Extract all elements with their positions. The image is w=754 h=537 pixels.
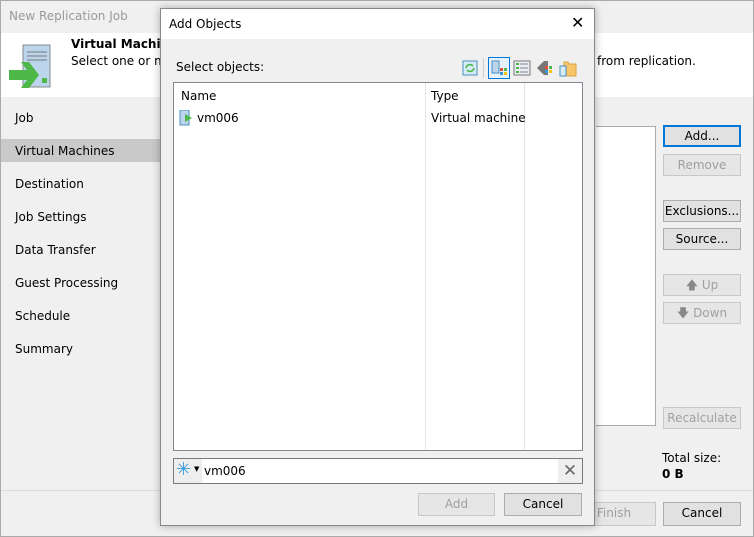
down-label: Down [693,306,728,320]
nav-job[interactable]: Job [1,106,161,129]
vm-icon [179,110,192,126]
chevron-down-icon: ▼ [194,465,200,473]
dialog-title: Add Objects [169,17,242,31]
select-objects-label: Select objects: [176,60,265,74]
hosts-and-clusters-icon[interactable] [488,57,510,79]
search-input[interactable]: vm006 [204,464,246,478]
search-field[interactable]: ✳ ▼ vm006 ✕ [173,458,583,484]
nav-schedule[interactable]: Schedule [1,304,161,327]
column-header-type[interactable]: Type [431,89,459,103]
recalculate-button[interactable]: Recalculate [663,407,741,429]
dialog-add-button[interactable]: Add [418,493,495,516]
objects-list[interactable]: Name Type vm006 Virtual machine [173,82,583,451]
vm-name: vm006 [197,111,239,125]
total-size-value: 0 B [662,467,684,481]
tags-folder-icon[interactable] [559,59,577,77]
close-icon[interactable]: ✕ [571,13,584,32]
page-description-tail: from replication. [597,54,696,68]
nav-summary[interactable]: Summary [1,337,161,360]
refresh-icon[interactable] [461,59,479,77]
vm-list[interactable] [596,126,656,426]
add-objects-dialog: Add Objects ✕ Select objects: Name Type … [160,8,595,526]
arrow-up-icon: 🡅 [685,278,702,292]
remove-button[interactable]: Remove [663,154,741,176]
nav-guest-processing[interactable]: Guest Processing [1,271,161,294]
dialog-cancel-button[interactable]: Cancel [504,493,582,516]
page-description: Select one or mo [71,54,174,68]
vms-and-templates-icon[interactable] [513,59,531,77]
total-size-label: Total size: [662,451,722,465]
down-button[interactable]: 🡇 Down [663,302,741,324]
nav-job-settings[interactable]: Job Settings [1,205,161,228]
toolbar-separator [483,58,484,78]
up-label: Up [701,278,719,292]
search-mode-dropdown[interactable]: ✳ ▼ [174,459,202,483]
arrow-down-icon: 🡇 [676,306,694,320]
list-row[interactable]: vm006 Virtual machine [174,108,582,128]
vm-add-icon [9,44,51,88]
column-header-name[interactable]: Name [181,89,216,103]
asterisk-icon: ✳ [176,459,192,480]
clear-search-icon[interactable]: ✕ [558,459,582,483]
nav-virtual-machines[interactable]: Virtual Machines [1,139,161,162]
nav-destination[interactable]: Destination [1,172,161,195]
datastores-icon[interactable] [536,59,554,77]
exclusions-button[interactable]: Exclusions... [663,200,741,222]
window-title: New Replication Job [9,9,128,23]
source-button[interactable]: Source... [663,228,741,250]
nav-data-transfer[interactable]: Data Transfer [1,238,161,261]
column-divider [524,83,525,450]
up-button[interactable]: 🡅 Up [663,274,741,296]
add-button[interactable]: Add... [663,125,741,147]
cancel-button[interactable]: Cancel [663,502,741,526]
vm-type: Virtual machine [431,111,526,125]
column-divider [425,83,426,450]
